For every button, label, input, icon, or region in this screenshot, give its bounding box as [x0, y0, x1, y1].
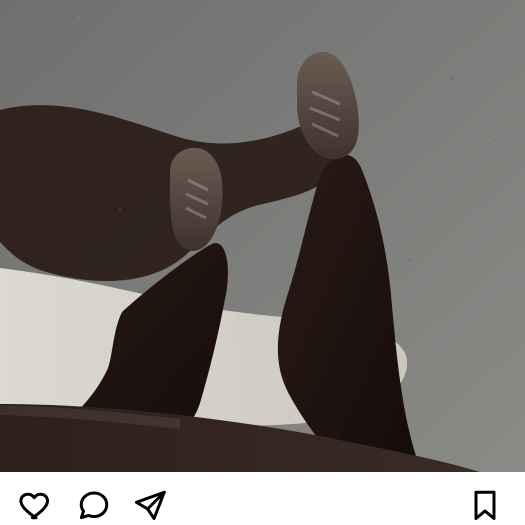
like-button[interactable] — [18, 487, 54, 523]
save-button[interactable] — [467, 487, 503, 523]
send-icon — [135, 490, 166, 520]
comment-button[interactable] — [76, 487, 112, 523]
post — [0, 0, 525, 525]
post-photo — [0, 0, 525, 472]
heart-icon — [19, 492, 49, 520]
photo-illustration — [0, 0, 525, 472]
bookmark-icon — [474, 490, 496, 520]
comment-icon — [79, 491, 109, 520]
post-actions-bar — [0, 472, 525, 525]
share-button[interactable] — [132, 487, 168, 523]
